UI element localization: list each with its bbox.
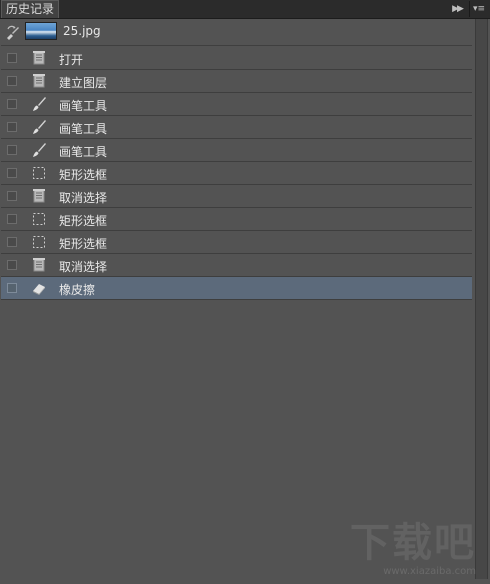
snapshot-thumbnail xyxy=(25,22,57,40)
document-icon xyxy=(31,73,47,89)
history-state-label: 画笔工具 xyxy=(59,99,108,113)
history-state-row[interactable]: 矩形选框 xyxy=(1,208,472,231)
snapshot-source-checkbox[interactable] xyxy=(7,237,17,247)
history-panel: 25.jpg 打开 建立图层 画笔工具 画笔工具 画笔工具 矩形选框 取消选择 矩形选框 矩形选… xyxy=(1,19,472,584)
history-state-label: 矩形选框 xyxy=(59,237,108,251)
brush-icon xyxy=(31,96,47,112)
history-state-label: 取消选择 xyxy=(59,191,108,205)
snapshot-source-checkbox[interactable] xyxy=(7,99,17,109)
brush-icon xyxy=(31,142,47,158)
history-state-row[interactable]: 矩形选框 xyxy=(1,231,472,254)
panel-titlebar: 历史记录 ▶▶ ▾≡ xyxy=(0,0,490,19)
vertical-scrollbar[interactable] xyxy=(475,19,488,579)
history-state-row[interactable]: 打开 xyxy=(1,47,472,70)
watermark-url: www.xiazaiba.com xyxy=(383,566,476,577)
marquee-icon xyxy=(31,211,47,227)
snapshot-source-checkbox[interactable] xyxy=(7,53,17,63)
double-chevron-right-icon[interactable]: ▶▶ xyxy=(448,2,466,16)
marquee-icon xyxy=(31,234,47,250)
history-state-label: 打开 xyxy=(59,53,84,67)
snapshot-name: 25.jpg xyxy=(63,24,101,38)
history-state-row[interactable]: 建立图层 xyxy=(1,70,472,93)
snapshot-source-checkbox[interactable] xyxy=(7,122,17,132)
history-snapshot[interactable]: 25.jpg xyxy=(1,19,472,46)
watermark: 下载吧 www.xiazaiba.com xyxy=(346,520,476,580)
panel-menu-icon[interactable]: ▾≡ xyxy=(469,1,488,17)
snapshot-source-checkbox[interactable] xyxy=(7,214,17,224)
history-state-label: 橡皮擦 xyxy=(59,283,96,297)
eraser-icon xyxy=(31,280,47,296)
history-state-label: 取消选择 xyxy=(59,260,108,274)
watermark-text: 下载吧 xyxy=(350,520,476,566)
marquee-icon xyxy=(31,165,47,181)
history-state-label: 画笔工具 xyxy=(59,145,108,159)
history-states-list: 打开 建立图层 画笔工具 画笔工具 画笔工具 矩形选框 取消选择 矩形选框 矩形选框 取消选择 橡皮… xyxy=(1,47,472,300)
snapshot-source-checkbox[interactable] xyxy=(7,283,17,293)
snapshot-source-checkbox[interactable] xyxy=(7,76,17,86)
document-icon xyxy=(31,188,47,204)
document-icon xyxy=(31,50,47,66)
history-state-row[interactable]: 矩形选框 xyxy=(1,162,472,185)
tab-history[interactable]: 历史记录 xyxy=(1,0,59,18)
history-brush-icon[interactable] xyxy=(5,25,21,41)
history-state-label: 矩形选框 xyxy=(59,168,108,182)
history-state-label: 建立图层 xyxy=(59,76,108,90)
history-state-row[interactable]: 取消选择 xyxy=(1,254,472,277)
history-state-row[interactable]: 橡皮擦 xyxy=(1,277,472,300)
history-state-row[interactable]: 取消选择 xyxy=(1,185,472,208)
snapshot-source-checkbox[interactable] xyxy=(7,260,17,270)
history-state-label: 矩形选框 xyxy=(59,214,108,228)
history-state-row[interactable]: 画笔工具 xyxy=(1,139,472,162)
snapshot-source-checkbox[interactable] xyxy=(7,191,17,201)
snapshot-source-checkbox[interactable] xyxy=(7,168,17,178)
history-state-row[interactable]: 画笔工具 xyxy=(1,116,472,139)
document-icon xyxy=(31,257,47,273)
snapshot-source-checkbox[interactable] xyxy=(7,145,17,155)
brush-icon xyxy=(31,119,47,135)
history-state-row[interactable]: 画笔工具 xyxy=(1,93,472,116)
history-state-label: 画笔工具 xyxy=(59,122,108,136)
